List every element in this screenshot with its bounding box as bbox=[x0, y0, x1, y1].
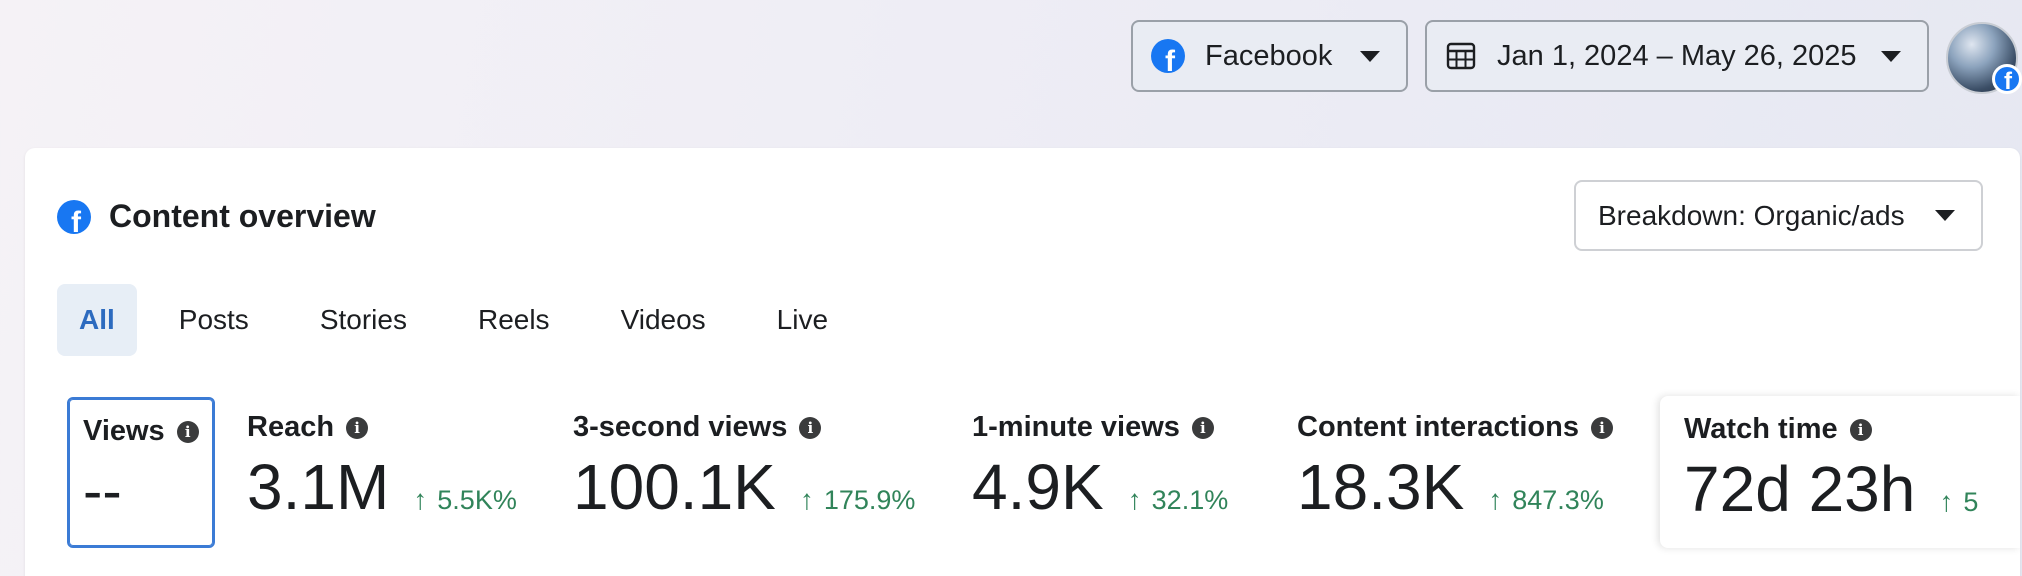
metric-label: Content interactions bbox=[1297, 411, 1579, 443]
info-icon[interactable]: i bbox=[1191, 416, 1214, 439]
chevron-down-icon bbox=[1360, 50, 1380, 62]
card-header: f Content overview bbox=[57, 198, 376, 235]
metric-change: ↑ 175.9% bbox=[800, 484, 916, 516]
chevron-down-icon bbox=[1935, 210, 1955, 221]
metric-change-value: 5.5K% bbox=[437, 485, 517, 515]
metric-change-value: 32.1% bbox=[1151, 485, 1229, 515]
breakdown-dropdown[interactable]: Breakdown: Organic/ads bbox=[1574, 180, 1983, 251]
facebook-icon: f bbox=[1151, 39, 1185, 73]
metric-change: ↑ 32.1% bbox=[1128, 484, 1229, 516]
metric-label: 3-second views bbox=[573, 411, 788, 443]
metric-label: Views bbox=[83, 415, 165, 447]
date-range-selector[interactable]: Jan 1, 2024 – May 26, 2025 bbox=[1425, 20, 1929, 92]
metric-change: ↑ 5.5K% bbox=[413, 484, 517, 516]
info-icon[interactable]: i bbox=[1590, 416, 1613, 439]
metric-value: 4.9K bbox=[972, 451, 1104, 523]
up-arrow-icon: ↑ bbox=[799, 484, 814, 515]
info-icon[interactable]: i bbox=[1849, 418, 1872, 441]
metric-value: 72d 23h bbox=[1684, 453, 1916, 525]
metric-3-second-views[interactable]: 3-second views i 100.1K ↑ 175.9% bbox=[573, 394, 915, 544]
info-icon[interactable]: i bbox=[799, 416, 822, 439]
date-range-label: Jan 1, 2024 – May 26, 2025 bbox=[1497, 39, 1857, 72]
platform-selector-label: Facebook bbox=[1205, 39, 1333, 72]
calendar-icon bbox=[1446, 42, 1476, 70]
metric-content-interactions[interactable]: Content interactions i 18.3K ↑ 847.3% bbox=[1297, 394, 1613, 544]
info-icon[interactable]: i bbox=[176, 420, 199, 443]
metric-value: -- bbox=[83, 459, 122, 524]
facebook-badge-icon: f bbox=[1992, 64, 2022, 94]
up-arrow-icon: ↑ bbox=[413, 484, 428, 515]
metric-views[interactable]: Views i -- bbox=[67, 397, 215, 548]
metric-watch-time[interactable]: Watch time i 72d 23h ↑ 5 bbox=[1660, 396, 2020, 548]
tab-stories[interactable]: Stories bbox=[298, 284, 429, 356]
tab-all[interactable]: All bbox=[57, 284, 137, 356]
breakdown-label: Breakdown: Organic/ads bbox=[1598, 199, 1905, 231]
metric-value: 18.3K bbox=[1297, 451, 1465, 523]
content-type-tabs: All Posts Stories Reels Videos Live bbox=[57, 284, 877, 356]
metric-reach[interactable]: Reach i 3.1M ↑ 5.5K% bbox=[247, 394, 517, 544]
avatar[interactable]: f bbox=[1946, 22, 2022, 94]
content-overview-card: f Content overview Breakdown: Organic/ad… bbox=[25, 148, 2020, 576]
facebook-icon: f bbox=[57, 199, 91, 234]
metric-1-minute-views[interactable]: 1-minute views i 4.9K ↑ 32.1% bbox=[972, 394, 1228, 544]
chevron-down-icon bbox=[1881, 50, 1901, 62]
metric-change-value: 5 bbox=[1963, 487, 1979, 517]
tab-live[interactable]: Live bbox=[755, 284, 850, 356]
tab-videos[interactable]: Videos bbox=[599, 284, 728, 356]
up-arrow-icon: ↑ bbox=[1939, 486, 1954, 517]
info-icon[interactable]: i bbox=[346, 416, 369, 439]
metric-value: 100.1K bbox=[573, 451, 776, 523]
card-clip: f Content overview Breakdown: Organic/ad… bbox=[25, 148, 2020, 576]
metric-change-value: 847.3% bbox=[1512, 485, 1604, 515]
platform-selector[interactable]: f Facebook bbox=[1131, 20, 1408, 92]
metric-label: Reach bbox=[247, 411, 335, 443]
tab-reels[interactable]: Reels bbox=[456, 284, 572, 356]
metric-change: ↑ 5 bbox=[1939, 486, 1978, 518]
up-arrow-icon: ↑ bbox=[1127, 484, 1142, 515]
card-title: Content overview bbox=[109, 198, 376, 234]
metric-change-value: 175.9% bbox=[823, 485, 916, 515]
up-arrow-icon: ↑ bbox=[1488, 484, 1503, 515]
metric-value: 3.1M bbox=[247, 451, 390, 523]
metric-label: Watch time bbox=[1684, 413, 1838, 445]
metric-label: 1-minute views bbox=[972, 411, 1180, 443]
metric-change: ↑ 847.3% bbox=[1488, 484, 1604, 516]
tab-posts[interactable]: Posts bbox=[157, 284, 271, 356]
